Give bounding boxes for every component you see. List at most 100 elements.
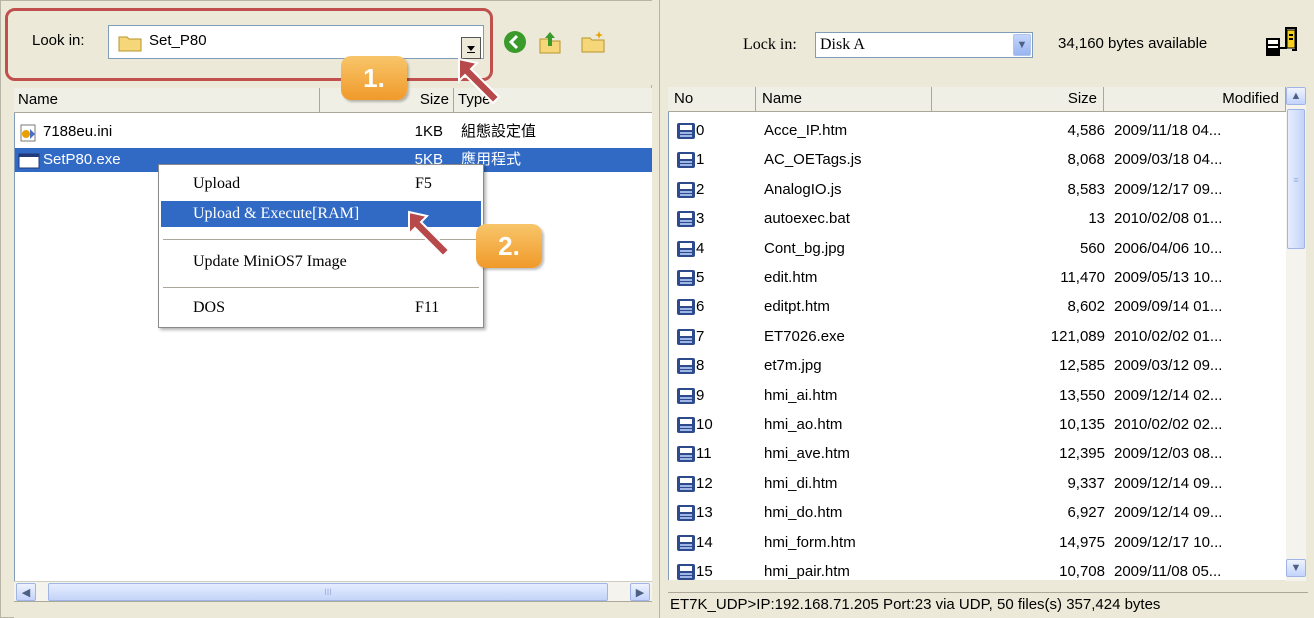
ini-file-icon xyxy=(20,124,36,142)
file-size: 8,583 xyxy=(1067,180,1105,198)
file-size: 121,089 xyxy=(1050,327,1105,345)
new-folder-icon[interactable] xyxy=(580,29,606,55)
file-no: 8 xyxy=(696,357,705,375)
file-size: 11,470 xyxy=(1060,269,1105,286)
remote-file-row[interactable]: 0 Acce_IP.htm 4,586 2009/11/18 04... xyxy=(669,116,1286,145)
scrollbar-thumb[interactable]: ≡ xyxy=(1287,109,1305,249)
chevron-up-icon: ▲ xyxy=(1290,90,1302,102)
disk-file-icon xyxy=(677,387,695,404)
file-name: et7m.jpg xyxy=(764,357,822,375)
column-header-name[interactable]: Name xyxy=(756,87,932,111)
bytes-available: 34,160 bytes available xyxy=(1058,35,1208,52)
file-modified: 2009/12/03 08... xyxy=(1114,445,1223,463)
remote-file-row[interactable]: 12 hmi_di.htm 9,337 2009/12/14 09... xyxy=(669,469,1286,498)
remote-file-pane: Lock in: Disk A ▼ 34,160 bytes available… xyxy=(659,0,1314,618)
menu-item-upload[interactable]: Upload F5 xyxy=(161,171,481,197)
scrollbar-thumb[interactable]: III xyxy=(48,583,608,601)
file-row-7188eu-ini[interactable]: 7188eu.ini 1KB 組態設定值 xyxy=(15,119,655,145)
remote-file-row[interactable]: 4 Cont_bg.jpg 560 2006/04/06 10... xyxy=(669,234,1286,263)
file-size: 9,337 xyxy=(1067,474,1105,492)
menu-item-dos[interactable]: DOS F11 xyxy=(161,295,481,321)
remote-file-row[interactable]: 8 et7m.jpg 12,585 2009/03/12 09... xyxy=(669,351,1286,380)
file-size: 13,550 xyxy=(1059,386,1105,404)
file-name: ET7026.exe xyxy=(764,327,845,345)
disk-file-icon xyxy=(677,534,695,551)
file-modified: 2010/02/02 02... xyxy=(1114,416,1223,433)
remote-file-row[interactable]: 13 hmi_do.htm 6,927 2009/12/14 09... xyxy=(669,498,1286,527)
remote-status-bar: ET7K_UDP>IP:192.168.71.205 Port:23 via U… xyxy=(668,592,1308,616)
file-name: editpt.htm xyxy=(764,298,830,316)
file-name: hmi_do.htm xyxy=(764,504,843,522)
remote-file-row[interactable]: 9 hmi_ai.htm 13,550 2009/12/14 02... xyxy=(669,381,1286,410)
back-icon[interactable] xyxy=(502,29,528,55)
remote-look-in-combobox[interactable]: Disk A ▼ xyxy=(815,32,1033,58)
menu-item-label: Upload & Execute[RAM] xyxy=(193,205,360,222)
column-header-modified[interactable]: Modified xyxy=(1104,87,1286,111)
disk-file-icon xyxy=(677,211,695,228)
file-modified: 2010/02/02 01... xyxy=(1114,327,1223,345)
file-modified: 2009/12/17 10... xyxy=(1114,533,1223,551)
scroll-left-button[interactable]: ◀ xyxy=(16,583,36,601)
disk-connection-icon[interactable] xyxy=(1264,24,1304,64)
menu-item-shortcut: F5 xyxy=(415,175,432,192)
file-name: hmi_di.htm xyxy=(764,474,838,492)
local-list-header: Name Size Type xyxy=(14,88,654,113)
file-no: 7 xyxy=(696,327,705,345)
column-header-name[interactable]: Name xyxy=(14,88,320,112)
menu-item-label: Update MiniOS7 Image xyxy=(193,253,347,270)
scroll-right-button[interactable]: ▶ xyxy=(630,583,650,601)
step-2-badge: 2. xyxy=(476,224,542,268)
vertical-scrollbar[interactable]: ▲ ≡ ▼ xyxy=(1286,87,1306,581)
remote-file-row[interactable]: 15 hmi_pair.htm 10,708 2009/11/08 05... xyxy=(669,557,1286,580)
remote-file-row[interactable]: 2 AnalogIO.js 8,583 2009/12/17 09... xyxy=(669,175,1286,204)
file-size: 1KB xyxy=(414,123,443,140)
remote-file-row[interactable]: 7 ET7026.exe 121,089 2010/02/02 01... xyxy=(669,322,1286,351)
step-1-arrow-icon xyxy=(458,57,501,105)
disk-file-icon xyxy=(677,299,695,316)
pane-splitter[interactable] xyxy=(652,0,659,618)
remote-file-row[interactable]: 3 autoexec.bat 13 2010/02/08 01... xyxy=(669,204,1286,233)
remote-list-header: No Name Size Modified xyxy=(668,87,1303,112)
file-name: autoexec.bat xyxy=(764,210,850,228)
remote-look-in-label: Lock in: xyxy=(743,36,797,53)
disk-file-icon xyxy=(677,446,695,463)
file-size: 8,602 xyxy=(1067,298,1105,316)
file-name: AnalogIO.js xyxy=(764,180,842,198)
remote-file-row[interactable]: 6 editpt.htm 8,602 2009/09/14 01... xyxy=(669,292,1286,321)
file-no: 4 xyxy=(696,239,705,257)
remote-file-row[interactable]: 11 hmi_ave.htm 12,395 2009/12/03 08... xyxy=(669,439,1286,468)
file-modified: 2009/05/13 10... xyxy=(1114,269,1223,286)
remote-dropdown-button[interactable]: ▼ xyxy=(1013,34,1031,56)
remote-file-list: 0 Acce_IP.htm 4,586 2009/11/18 04... 1 AC_OET… xyxy=(668,112,1286,580)
file-no: 10 xyxy=(696,416,713,433)
column-header-no[interactable]: No xyxy=(668,87,756,111)
disk-file-icon xyxy=(677,181,695,198)
file-modified: 2009/09/14 01... xyxy=(1114,298,1223,316)
file-no: 2 xyxy=(696,180,705,198)
disk-file-icon xyxy=(677,417,695,433)
up-folder-icon[interactable] xyxy=(537,29,563,55)
file-name: edit.htm xyxy=(764,269,818,286)
file-modified: 2009/12/14 09... xyxy=(1114,504,1223,522)
remote-file-row[interactable]: 10 hmi_ao.htm 10,135 2010/02/02 02... xyxy=(669,410,1286,439)
file-name: Cont_bg.jpg xyxy=(764,239,845,257)
remote-file-row[interactable]: 1 AC_OETags.js 8,068 2009/03/18 04... xyxy=(669,145,1286,174)
step1-highlight xyxy=(5,8,493,81)
disk-file-icon xyxy=(677,123,695,139)
chevron-left-icon: ◀ xyxy=(21,586,31,599)
scroll-up-button[interactable]: ▲ xyxy=(1286,87,1306,105)
file-size: 10,708 xyxy=(1059,563,1105,580)
file-modified: 2009/12/14 09... xyxy=(1114,474,1223,492)
horizontal-scrollbar[interactable]: ◀ III ▶ xyxy=(14,581,654,601)
remote-file-row[interactable]: 5 edit.htm 11,470 2009/05/13 10... xyxy=(669,263,1286,292)
file-no: 3 xyxy=(696,210,705,228)
scroll-down-button[interactable]: ▼ xyxy=(1286,559,1306,577)
remote-file-row[interactable]: 14 hmi_form.htm 14,975 2009/12/17 10... xyxy=(669,528,1286,557)
column-header-size[interactable]: Size xyxy=(932,87,1104,111)
file-modified: 2006/04/06 10... xyxy=(1114,239,1223,257)
disk-file-icon xyxy=(677,475,695,492)
file-no: 0 xyxy=(696,122,705,139)
menu-item-label: DOS xyxy=(193,299,226,316)
chevron-down-icon: ▼ xyxy=(1290,562,1302,574)
file-name: SetP80.exe xyxy=(43,151,121,168)
